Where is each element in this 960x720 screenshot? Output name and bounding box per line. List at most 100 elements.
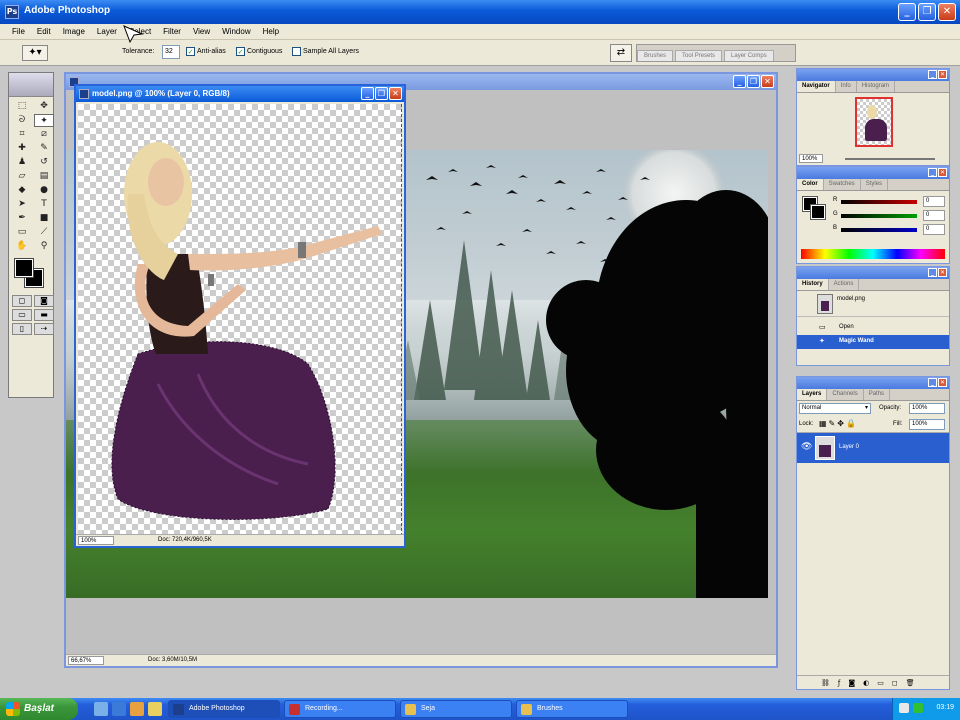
show-desktop-icon[interactable] (94, 702, 108, 716)
model-restore-button[interactable]: ❐ (375, 87, 388, 100)
navigator-zoom-slider[interactable] (845, 158, 935, 160)
contiguous-checkbox[interactable]: ✓ (236, 47, 245, 56)
tab-navigator[interactable]: Navigator (797, 81, 836, 92)
doc-restore-button[interactable]: ❐ (747, 75, 760, 88)
foreground-color-swatch[interactable] (14, 258, 34, 278)
new-group-icon[interactable]: ▭ (877, 679, 884, 689)
sample-all-layers-checkbox[interactable] (292, 47, 301, 56)
tab-paths[interactable]: Paths (864, 389, 891, 400)
adjustment-layer-icon[interactable]: ◐ (863, 679, 869, 689)
channel-g-slider[interactable] (841, 214, 917, 218)
tab-styles[interactable]: Styles (861, 179, 889, 190)
lock-icons[interactable]: ▦✎✥🔒 (819, 419, 858, 428)
channel-b-slider[interactable] (841, 228, 917, 232)
crop-tool-icon[interactable]: ⌗ (12, 128, 32, 141)
model-document-title-bar[interactable]: model.png @ 100% (Layer 0, RGB/8) _ ❐ ✕ (76, 86, 404, 102)
layers-minimize-button[interactable]: _ (928, 378, 937, 387)
history-item-open[interactable]: ▭ Open (797, 321, 949, 335)
tool-preset-picker[interactable]: ✦▾ (22, 45, 48, 61)
model-doc-info[interactable]: Doc: 720,4K/960,5K (158, 537, 212, 543)
taskbar-button-photoshop[interactable]: Adobe Photoshop (168, 700, 280, 718)
volume-icon[interactable] (913, 703, 923, 713)
navigator-close-button[interactable]: ✕ (938, 70, 947, 79)
layer-style-icon[interactable]: ƒ (838, 679, 840, 689)
visibility-eye-icon[interactable]: 👁 (801, 442, 812, 452)
marquee-tool-icon[interactable]: ⬚ (12, 100, 32, 113)
menu-image[interactable]: Image (57, 24, 91, 39)
tolerance-input[interactable]: 32 (162, 45, 180, 59)
menu-layer[interactable]: Layer (91, 24, 123, 39)
tab-info[interactable]: Info (836, 81, 857, 92)
trash-icon[interactable]: 🗑 (906, 679, 915, 689)
well-tab-brushes[interactable]: Brushes (637, 50, 674, 61)
color-bg-swatch[interactable] (810, 204, 826, 220)
navigator-palette-header[interactable]: _ ✕ (797, 69, 949, 81)
pen-tool-icon[interactable]: ✒ (12, 212, 32, 225)
network-icon[interactable] (899, 703, 909, 713)
eyedropper-tool-icon[interactable]: ⟋ (34, 226, 54, 239)
standard-mode-icon[interactable]: ◻ (12, 295, 32, 307)
dodge-tool-icon[interactable]: ● (34, 184, 54, 197)
blur-tool-icon[interactable]: ◆ (12, 184, 32, 197)
channel-b-input[interactable]: 0 (923, 224, 945, 235)
internet-explorer-icon[interactable] (112, 702, 126, 716)
file-browser-icon[interactable]: ⇄ (610, 44, 632, 62)
model-close-button[interactable]: ✕ (389, 87, 402, 100)
clone-stamp-icon[interactable]: ♟ (12, 156, 32, 169)
menu-view[interactable]: View (187, 24, 216, 39)
layers-palette-header[interactable]: _ ✕ (797, 377, 949, 389)
taskbar-button-recording[interactable]: Recording... (284, 700, 396, 718)
type-tool-icon[interactable]: T (34, 198, 54, 211)
healing-brush-icon[interactable]: ✚ (12, 142, 32, 155)
layer-row-layer-0[interactable]: 👁 Layer 0 (797, 433, 949, 463)
screen-mode-full-icon[interactable]: ▬ (34, 309, 54, 321)
antialias-checkbox[interactable]: ✓ (186, 47, 195, 56)
forest-zoom-field[interactable]: 66,67% (68, 656, 104, 665)
notes-tool-icon[interactable]: ▭ (12, 226, 32, 239)
taskbar-button-seja[interactable]: Seja (400, 700, 512, 718)
blend-mode-select[interactable]: Normal ▾ (799, 403, 871, 414)
tab-swatches[interactable]: Swatches (824, 179, 861, 190)
forest-doc-info[interactable]: Doc: 3,60M/10,5M (148, 657, 197, 663)
channel-g-input[interactable]: 0 (923, 210, 945, 221)
menu-help[interactable]: Help (257, 24, 285, 39)
menu-file[interactable]: File (6, 24, 31, 39)
fill-input[interactable]: 100% (909, 419, 945, 430)
history-minimize-button[interactable]: _ (928, 268, 937, 277)
menu-edit[interactable]: Edit (31, 24, 57, 39)
well-tab-layer-comps[interactable]: Layer Comps (724, 50, 774, 61)
eraser-tool-icon[interactable]: ▱ (12, 170, 32, 183)
layers-close-button[interactable]: ✕ (938, 378, 947, 387)
model-document-window[interactable]: model.png @ 100% (Layer 0, RGB/8) _ ❐ ✕ (74, 84, 406, 548)
color-close-button[interactable]: ✕ (938, 168, 947, 177)
history-palette-header[interactable]: _ ✕ (797, 267, 949, 279)
tab-histogram[interactable]: Histogram (857, 81, 896, 92)
restore-button[interactable]: ❐ (918, 3, 936, 21)
doc-minimize-button[interactable]: _ (733, 75, 746, 88)
color-palette-header[interactable]: _ ✕ (797, 167, 949, 179)
screen-mode-menu-icon[interactable]: ▯ (12, 323, 32, 335)
channel-r-slider[interactable] (841, 200, 917, 204)
well-tab-tool-presets[interactable]: Tool Presets (675, 50, 723, 61)
model-canvas[interactable] (78, 104, 402, 536)
imageready-jump-icon[interactable]: ⇢ (34, 323, 54, 335)
link-layers-icon[interactable]: ⛓ (821, 679, 830, 689)
magic-wand-tool-icon[interactable]: ✦ (34, 114, 54, 127)
minimize-button[interactable]: _ (898, 3, 916, 21)
media-player-icon[interactable] (130, 702, 144, 716)
screen-mode-standard-icon[interactable]: ▭ (12, 309, 32, 321)
brush-tool-icon[interactable]: ✎ (34, 142, 54, 155)
start-button[interactable]: Başlat (0, 698, 78, 720)
history-snapshot[interactable]: model.png (797, 291, 949, 317)
hand-tool-icon[interactable]: ✋ (12, 240, 32, 253)
tab-channels[interactable]: Channels (827, 389, 864, 400)
path-selection-icon[interactable]: ➤ (12, 198, 32, 211)
opacity-input[interactable]: 100% (909, 403, 945, 414)
color-ramp[interactable] (801, 249, 945, 259)
color-minimize-button[interactable]: _ (928, 168, 937, 177)
shape-tool-icon[interactable]: ■ (34, 212, 54, 225)
navigator-thumbnail[interactable] (855, 97, 893, 147)
clock[interactable]: 03:19 (936, 704, 954, 711)
tab-actions[interactable]: Actions (829, 279, 860, 290)
quick-mask-mode-icon[interactable]: ◙ (34, 295, 54, 307)
